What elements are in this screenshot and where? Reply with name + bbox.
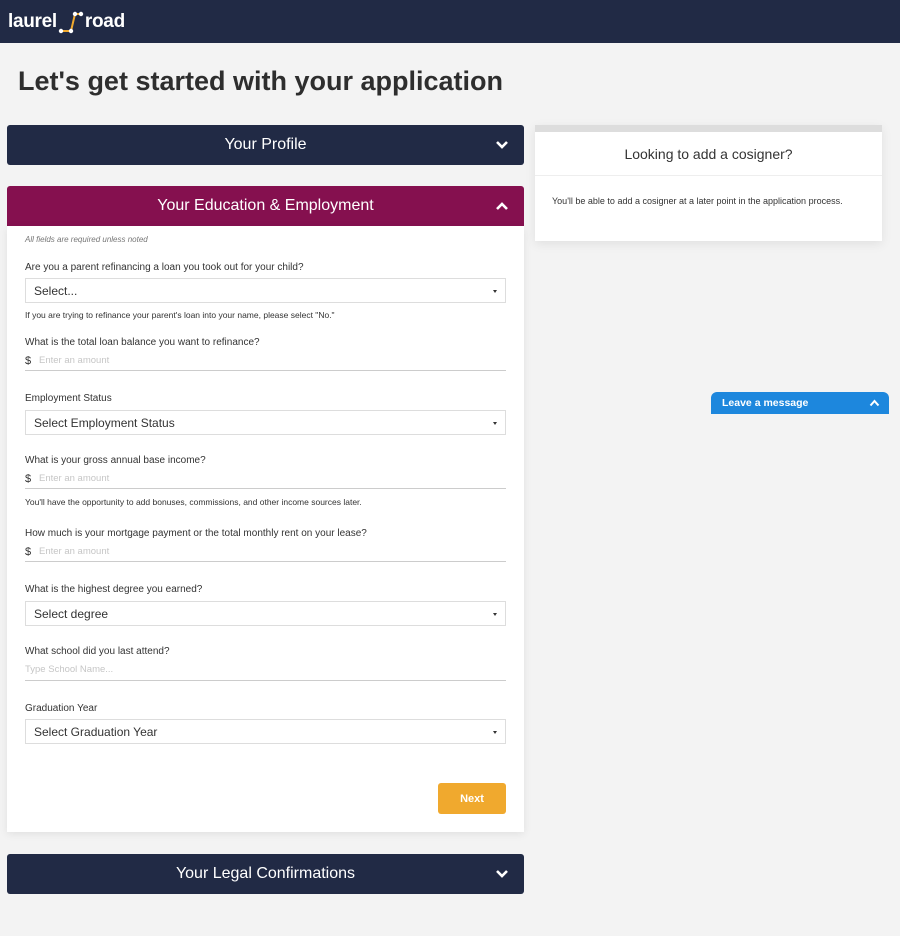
panel-title: Your Profile bbox=[224, 136, 307, 153]
grad-year-select[interactable]: Select Graduation Year bbox=[25, 719, 506, 744]
panel-title: Your Education & Employment bbox=[157, 197, 374, 214]
education-employment-form: All fields are required unless noted Are… bbox=[7, 226, 524, 832]
logo-text-laurel: laurel bbox=[8, 10, 57, 32]
chevron-up-icon bbox=[496, 202, 508, 210]
panel-header-legal-confirmations[interactable]: Your Legal Confirmations bbox=[7, 854, 524, 894]
dollar-prefix: $ bbox=[25, 354, 32, 367]
caret-down-icon bbox=[493, 422, 497, 425]
cosigner-body: You'll be able to add a cosigner at a la… bbox=[552, 196, 843, 206]
select-value: Select... bbox=[34, 283, 78, 298]
leave-a-message-widget[interactable]: Leave a message bbox=[711, 392, 889, 414]
degree-label: What is the highest degree you earned? bbox=[25, 584, 203, 595]
select-value: Select Graduation Year bbox=[34, 724, 158, 739]
chevron-up-icon bbox=[869, 399, 880, 407]
chevron-down-icon bbox=[496, 141, 508, 149]
select-value: Select degree bbox=[34, 606, 109, 621]
parent-refi-select[interactable]: Select... bbox=[25, 278, 506, 303]
page-title: Let's get started with your application bbox=[18, 66, 503, 96]
top-nav-bar: laurel road bbox=[0, 0, 900, 43]
gross-income-help: You'll have the opportunity to add bonus… bbox=[25, 497, 362, 507]
housing-payment-input[interactable] bbox=[39, 546, 479, 557]
parent-refi-label: Are you a parent refinancing a loan you … bbox=[25, 262, 304, 273]
chevron-down-icon bbox=[496, 870, 508, 878]
gross-income-field: $ bbox=[25, 469, 506, 489]
required-fields-note: All fields are required unless noted bbox=[25, 235, 148, 244]
panel-title: Your Legal Confirmations bbox=[175, 865, 356, 882]
select-value: Select Employment Status bbox=[34, 415, 175, 430]
parent-refi-help: If you are trying to refinance your pare… bbox=[25, 310, 335, 320]
next-button[interactable]: Next bbox=[438, 783, 506, 814]
cosigner-info-card: Looking to add a cosigner? You'll be abl… bbox=[535, 125, 882, 241]
laurel-road-logo[interactable]: laurel road bbox=[8, 9, 125, 35]
caret-down-icon bbox=[493, 731, 497, 734]
dollar-prefix: $ bbox=[25, 472, 32, 485]
school-field bbox=[25, 659, 506, 681]
school-label: What school did you last attend? bbox=[25, 646, 170, 657]
school-input[interactable] bbox=[25, 664, 465, 675]
dollar-prefix: $ bbox=[25, 545, 32, 558]
logo-road-mark-icon bbox=[58, 11, 84, 33]
housing-payment-label: How much is your mortgage payment or the… bbox=[25, 528, 367, 539]
caret-down-icon bbox=[493, 613, 497, 616]
loan-balance-input[interactable] bbox=[39, 355, 479, 366]
panel-header-education-employment[interactable]: Your Education & Employment bbox=[7, 186, 524, 226]
panel-header-your-profile[interactable]: Your Profile bbox=[7, 125, 524, 165]
caret-down-icon bbox=[493, 290, 497, 293]
cosigner-title: Looking to add a cosigner? bbox=[535, 132, 882, 176]
employment-status-label: Employment Status bbox=[25, 393, 112, 404]
grad-year-label: Graduation Year bbox=[25, 703, 98, 714]
loan-balance-label: What is the total loan balance you want … bbox=[25, 337, 260, 348]
logo-text-road: road bbox=[84, 10, 125, 32]
loan-balance-field: $ bbox=[25, 351, 506, 371]
degree-select[interactable]: Select degree bbox=[25, 601, 506, 626]
employment-status-select[interactable]: Select Employment Status bbox=[25, 410, 506, 435]
gross-income-label: What is your gross annual base income? bbox=[25, 455, 206, 466]
gross-income-input[interactable] bbox=[39, 473, 479, 484]
housing-payment-field: $ bbox=[25, 542, 506, 562]
card-top-strip bbox=[535, 125, 882, 132]
chat-label: Leave a message bbox=[722, 397, 809, 409]
